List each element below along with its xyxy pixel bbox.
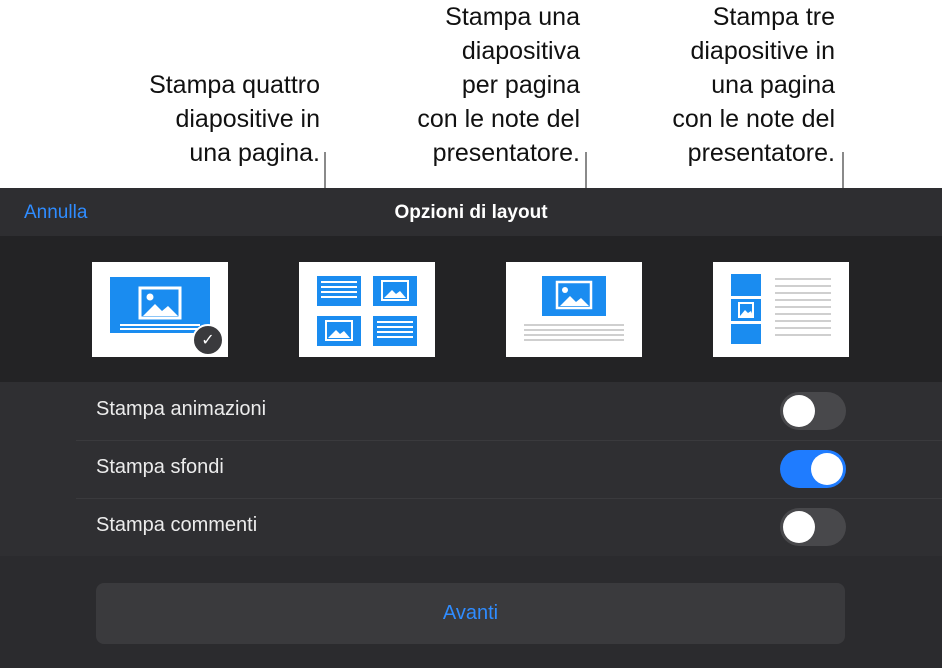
toggle-print-backgrounds[interactable] (780, 450, 846, 488)
option-label-backgrounds: Stampa sfondi (96, 456, 224, 478)
layout-options-sheet: Annulla Opzioni di layout ✓ Stampa anima… (0, 188, 942, 668)
callout-three-slides-notes: Stampa tre diapositive in una pagina con… (672, 3, 835, 167)
one-slide-notes-icon (524, 276, 624, 341)
layout-thumb-four-slides[interactable] (299, 262, 435, 357)
print-options-list: Stampa animazioni Stampa sfondi Stampa c… (0, 382, 942, 556)
sheet-header: Annulla Opzioni di layout (0, 188, 942, 236)
option-row-comments: Stampa commenti (76, 498, 942, 554)
option-row-backgrounds: Stampa sfondi (76, 440, 942, 496)
option-row-animations: Stampa animazioni (76, 382, 942, 438)
callout-four-slides: Stampa quattro diapositive in una pagina… (149, 71, 320, 167)
toggle-knob (783, 511, 815, 543)
sheet-title: Opzioni di layout (394, 202, 548, 223)
option-label-animations: Stampa animazioni (96, 398, 267, 420)
toggle-print-animations[interactable] (780, 392, 846, 430)
toggle-knob (811, 453, 843, 485)
next-button[interactable]: Avanti (96, 583, 845, 644)
selected-checkmark-icon: ✓ (192, 324, 224, 356)
layout-thumb-three-slides-notes[interactable] (713, 262, 849, 357)
layout-picker: ✓ (0, 236, 942, 382)
option-label-comments: Stampa commenti (96, 514, 258, 536)
toggle-knob (783, 395, 815, 427)
layout-thumb-one-slide-notes[interactable] (506, 262, 642, 357)
callout-one-slide-notes: Stampa una diapositiva per pagina con le… (417, 3, 580, 167)
toggle-print-comments[interactable] (780, 508, 846, 546)
three-slides-notes-icon (731, 274, 831, 344)
layout-thumb-one-slide[interactable]: ✓ (92, 262, 228, 357)
four-slides-icon (317, 276, 417, 346)
